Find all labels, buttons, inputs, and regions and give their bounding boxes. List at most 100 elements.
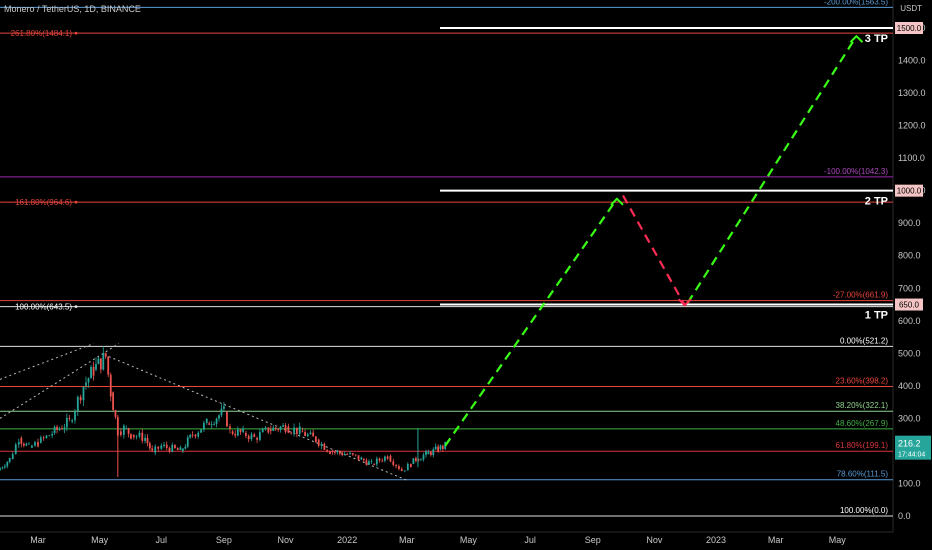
candle-body <box>197 432 200 437</box>
candle-body <box>25 443 28 446</box>
x-tick-label: Sep <box>585 535 601 545</box>
x-tick-label: Mar <box>30 535 46 545</box>
x-tick-label: 2022 <box>337 535 357 545</box>
candle-body <box>208 423 211 425</box>
fib-level-label: 100.00%(0.0) <box>840 506 888 515</box>
candle-body <box>357 455 360 460</box>
extension-level-label: -100.00%(1042.3) <box>824 167 888 176</box>
candle-body <box>109 374 112 397</box>
target-label: 2 TP <box>865 196 888 208</box>
candle-body <box>95 364 97 370</box>
y-tick-label: 700.0 <box>898 283 921 293</box>
candle-body <box>17 442 20 445</box>
candle-body <box>392 461 395 465</box>
candle-body <box>181 448 184 451</box>
fib-level-label: 38.20%(322.1) <box>836 401 889 410</box>
candle-body <box>295 427 298 434</box>
candle-body <box>146 437 149 444</box>
candle-body <box>269 429 272 431</box>
candle-body <box>79 396 82 401</box>
candle-body <box>34 442 36 446</box>
candle-body <box>420 459 422 461</box>
candle-body <box>45 435 48 438</box>
candle-body <box>37 442 39 447</box>
target-price-label: 1500.0 <box>897 24 922 33</box>
candle-body <box>277 428 280 430</box>
last-price-label: 216.2 <box>898 439 921 449</box>
extension-level-label: -27.00%(661.9) <box>833 291 888 300</box>
y-tick-label: 400.0 <box>898 381 921 391</box>
candle-body <box>8 457 11 462</box>
candle-body <box>85 382 87 386</box>
candle-body <box>165 444 168 448</box>
x-tick-label: May <box>91 535 109 545</box>
candle-body <box>304 432 306 436</box>
candle-body <box>191 434 194 436</box>
candle-body <box>163 444 165 447</box>
x-tick-label: 2023 <box>706 535 726 545</box>
candle-body <box>309 432 312 435</box>
candle-body <box>336 451 339 453</box>
projection-down-path <box>622 194 686 306</box>
candle-body <box>141 432 144 441</box>
candle-body <box>48 435 51 437</box>
candle-body <box>58 428 61 430</box>
candle-body <box>138 432 141 437</box>
y-tick-label: 1400.0 <box>898 56 926 66</box>
candle-body <box>306 434 309 436</box>
candle-body <box>334 452 336 453</box>
candle-body <box>61 428 63 430</box>
fib-level-label: 48.60%(267.9) <box>836 419 889 428</box>
candle-body <box>104 352 107 357</box>
candle-body <box>429 451 432 456</box>
candle-body <box>203 422 205 430</box>
candle-body <box>135 436 138 438</box>
candle-body <box>282 425 285 427</box>
candle-body <box>378 458 381 461</box>
candle-body <box>82 386 85 401</box>
candle-body <box>194 434 197 437</box>
candle-body <box>284 425 287 432</box>
candle-body <box>256 437 258 440</box>
candle-body <box>434 446 437 450</box>
candle-body <box>68 418 71 419</box>
candle-body <box>39 437 42 443</box>
candle-body <box>51 433 54 436</box>
price-axis-background <box>893 0 932 550</box>
fib-level-label: 78.60%(111.5) <box>837 470 889 479</box>
extension-level-label: 261.80%(1484.1) <box>11 29 73 38</box>
candle-body <box>213 423 216 425</box>
candle-body <box>184 446 187 449</box>
candle-body <box>320 443 323 446</box>
candle-body <box>317 439 320 446</box>
candle-body <box>130 433 132 439</box>
candle-body <box>151 448 154 451</box>
price-chart[interactable]: 0.0100.0200.0300.0400.0500.0600.0700.080… <box>0 0 932 550</box>
candle-body <box>293 427 295 433</box>
candle-body <box>1 467 4 469</box>
candle-body <box>174 444 176 449</box>
candle-body <box>107 356 110 375</box>
candle-body <box>398 466 400 470</box>
candle-body <box>28 443 30 445</box>
y-tick-label: 1300.0 <box>898 88 926 98</box>
candle-body <box>122 425 125 435</box>
extension-level-label: 100.00%(643.5) <box>15 303 72 312</box>
candle-body <box>236 429 239 436</box>
target-price-label: 1000.0 <box>897 187 922 196</box>
y-tick-label: 1200.0 <box>898 121 926 131</box>
candle-body <box>439 445 442 450</box>
candle-body <box>375 458 378 465</box>
candle-body <box>343 454 346 456</box>
extension-level-anchor <box>74 31 78 35</box>
candle-body <box>409 463 412 467</box>
candle-body <box>125 428 128 429</box>
candle-body <box>412 458 415 464</box>
y-tick-label: 500.0 <box>898 348 921 358</box>
candle-body <box>112 392 115 411</box>
candle-body <box>323 443 326 450</box>
candle-body <box>179 447 182 451</box>
x-tick-label: Sep <box>216 535 232 545</box>
y-tick-label: 900.0 <box>898 218 921 228</box>
x-tick-label: May <box>829 535 847 545</box>
